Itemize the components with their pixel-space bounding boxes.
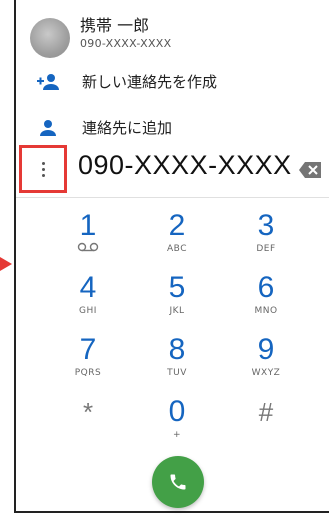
backspace-icon[interactable] bbox=[299, 162, 321, 178]
call-button[interactable] bbox=[152, 456, 204, 508]
contact-number: 090-XXXX-XXXX bbox=[80, 37, 172, 50]
person-add-icon bbox=[37, 74, 59, 90]
add-to-contact-label: 連絡先に追加 bbox=[82, 119, 173, 137]
key-6[interactable]: 6 MNO bbox=[222, 272, 310, 334]
create-contact-label: 新しい連絡先を作成 bbox=[82, 73, 218, 91]
key-8[interactable]: 8 TUV bbox=[133, 334, 221, 396]
phone-icon bbox=[170, 474, 186, 490]
key-7[interactable]: 7 PQRS bbox=[44, 334, 132, 396]
contact-suggestions: 携帯 一郎 090-XXXX-XXXX 新しい連絡先を作成 連絡先に追加 bbox=[16, 0, 329, 145]
contact-name: 携帯 一郎 bbox=[80, 16, 150, 35]
number-entry: 090-XXXX-XXXX bbox=[16, 145, 329, 198]
key-2[interactable]: 2 ABC bbox=[133, 210, 221, 272]
person-icon bbox=[40, 120, 56, 136]
more-vert-icon bbox=[42, 162, 48, 180]
more-options-button[interactable] bbox=[19, 145, 67, 193]
key-hash[interactable]: # bbox=[222, 396, 310, 458]
key-1[interactable]: 1 bbox=[44, 210, 132, 272]
callout-arrow bbox=[0, 257, 12, 271]
key-9[interactable]: 9 WXYZ bbox=[222, 334, 310, 396]
voicemail-icon bbox=[77, 242, 99, 252]
add-to-contact-row[interactable]: 連絡先に追加 bbox=[16, 108, 329, 148]
key-4[interactable]: 4 GHI bbox=[44, 272, 132, 334]
dialed-number[interactable]: 090-XXXX-XXXX bbox=[78, 150, 292, 181]
key-5[interactable]: 5 JKL bbox=[133, 272, 221, 334]
avatar bbox=[30, 18, 70, 58]
key-star[interactable]: * bbox=[44, 396, 132, 458]
contact-row[interactable]: 携帯 一郎 090-XXXX-XXXX bbox=[16, 0, 329, 62]
create-contact-row[interactable]: 新しい連絡先を作成 bbox=[16, 62, 329, 102]
key-3[interactable]: 3 DEF bbox=[222, 210, 310, 272]
key-0[interactable]: 0 + bbox=[133, 396, 221, 458]
